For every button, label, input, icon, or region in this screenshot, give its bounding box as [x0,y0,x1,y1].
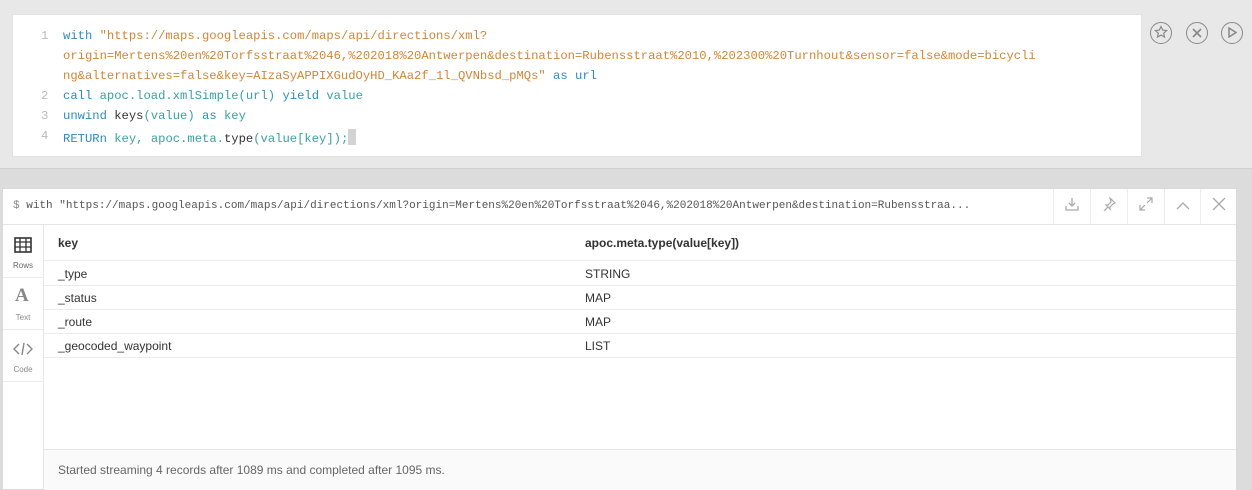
function-args: (value[key]); [253,132,349,146]
tab-text[interactable]: A Text [3,277,43,330]
download-button[interactable] [1053,189,1090,224]
table-cell: _route [58,315,93,329]
table-icon [14,237,32,258]
table-cell: LIST [585,339,611,353]
string-literal: "https://maps.googleapis.com/maps/api/di… [99,29,488,43]
result-query[interactable]: $ with "https://maps.googleapis.com/maps… [13,200,970,212]
table-header: key apoc.meta.type(value[key]) [44,225,1236,261]
keyword-call: call [63,89,93,103]
tab-label: Code [13,365,33,374]
editor-frame: 1 with "https://maps.googleapis.com/maps… [0,0,1252,169]
tab-code[interactable]: Code [3,329,43,382]
procedure-name: apoc.load.xmlSimple(url) [99,89,276,103]
table-cell: _type [58,267,88,281]
query-text: with "https://maps.googleapis.com/maps/a… [26,200,971,212]
string-literal: ng&alternatives=false&key=AIzaSyAPPIXGud… [63,69,546,83]
keyword-unwind: unwind [63,109,107,123]
query-editor[interactable]: 1 with "https://maps.googleapis.com/maps… [12,14,1142,157]
table-cell: MAP [585,291,612,305]
star-icon [1153,24,1169,42]
close-icon [1192,26,1202,41]
string-literal: origin=Mertens%20en%20Torfsstraat%2046,%… [63,49,1036,63]
identifier-value: value [326,89,363,103]
expand-button[interactable] [1127,189,1164,224]
close-icon [1212,197,1226,216]
table-cell: _status [58,291,97,305]
keyword-with: with [63,29,93,43]
play-icon [1227,26,1238,41]
clear-button[interactable] [1186,22,1208,44]
keyword-as: as [202,109,217,123]
tab-rows[interactable]: Rows [3,225,43,278]
status-text: Started streaming 4 records after 1089 m… [58,463,445,477]
status-footer: Started streaming 4 records after 1089 m… [44,449,1236,490]
download-icon [1065,197,1079,216]
column-header: key [58,236,79,250]
expand-icon [1139,197,1153,216]
close-frame-button[interactable] [1200,189,1237,224]
identifier-key: key, [114,132,144,146]
collapse-button[interactable] [1164,189,1201,224]
function-keys: keys [114,109,144,123]
table-cell: MAP [585,315,612,329]
identifier-key: key [223,109,246,123]
keyword-yield: yield [282,89,320,103]
pin-icon [1102,196,1117,216]
prompt-symbol: $ [13,200,20,212]
result-frame: $ with "https://maps.googleapis.com/maps… [2,188,1237,490]
tab-label: Rows [12,261,33,270]
text-icon: A [15,285,29,306]
table-row: _geocoded_waypoint LIST [44,333,1236,358]
result-header: $ with "https://maps.googleapis.com/maps… [3,189,1236,225]
favorite-button[interactable] [1150,22,1172,44]
table-row: _route MAP [44,309,1236,334]
collapse-icon [1176,198,1190,216]
column-header: apoc.meta.type(value[key]) [585,236,740,250]
identifier-value: (value) [143,109,195,123]
pin-button[interactable] [1090,189,1127,224]
keyword-as: as [553,69,568,83]
table-cell: _geocoded_waypoint [58,339,172,353]
keyword-return: RETURn [63,132,107,146]
function-namespace: apoc.meta. [150,132,224,146]
function-type: type [223,132,254,146]
table-row: _status MAP [44,285,1236,310]
tab-label: Text [15,313,31,322]
text-cursor [348,129,357,145]
run-button[interactable] [1221,22,1243,44]
view-tabs: Rows A Text Code [3,225,44,489]
table-cell: STRING [585,267,631,281]
table-row: _type STRING [44,261,1236,286]
code-icon [13,342,33,361]
identifier-url: url [575,69,597,83]
